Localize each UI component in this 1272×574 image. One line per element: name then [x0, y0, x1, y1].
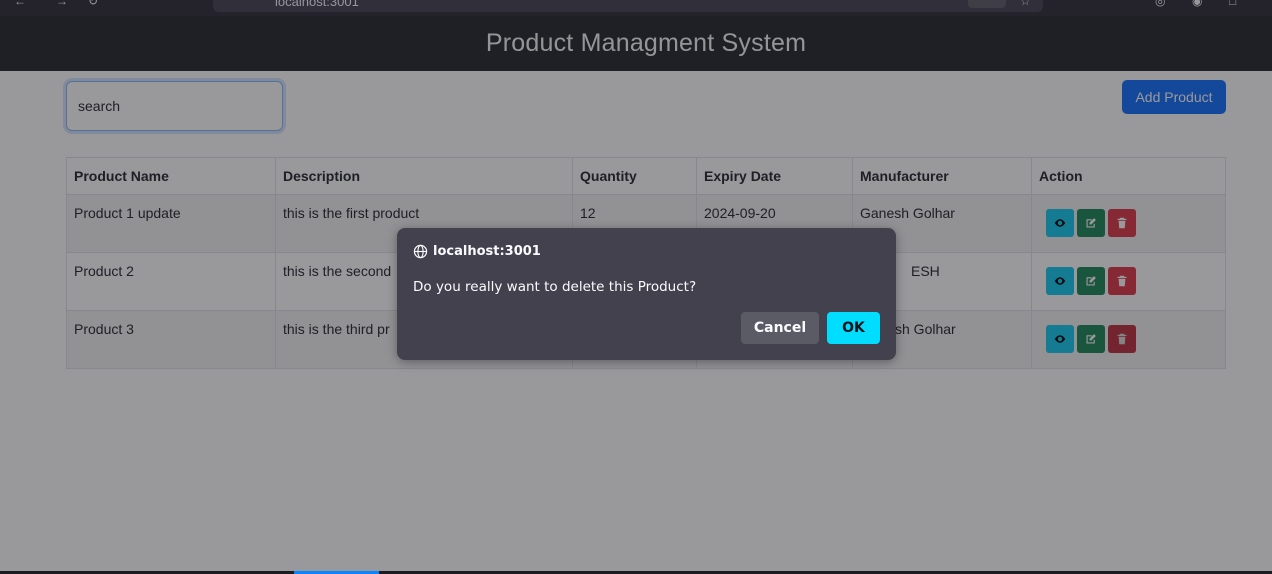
confirm-dialog: localhost:3001 Do you really want to del…	[397, 228, 896, 360]
dialog-header: localhost:3001	[413, 244, 541, 259]
globe-icon	[413, 244, 428, 259]
ok-button[interactable]: OK	[827, 312, 880, 344]
dialog-origin: localhost:3001	[433, 244, 541, 259]
dialog-message: Do you really want to delete this Produc…	[413, 279, 697, 295]
cancel-button[interactable]: Cancel	[741, 312, 819, 344]
